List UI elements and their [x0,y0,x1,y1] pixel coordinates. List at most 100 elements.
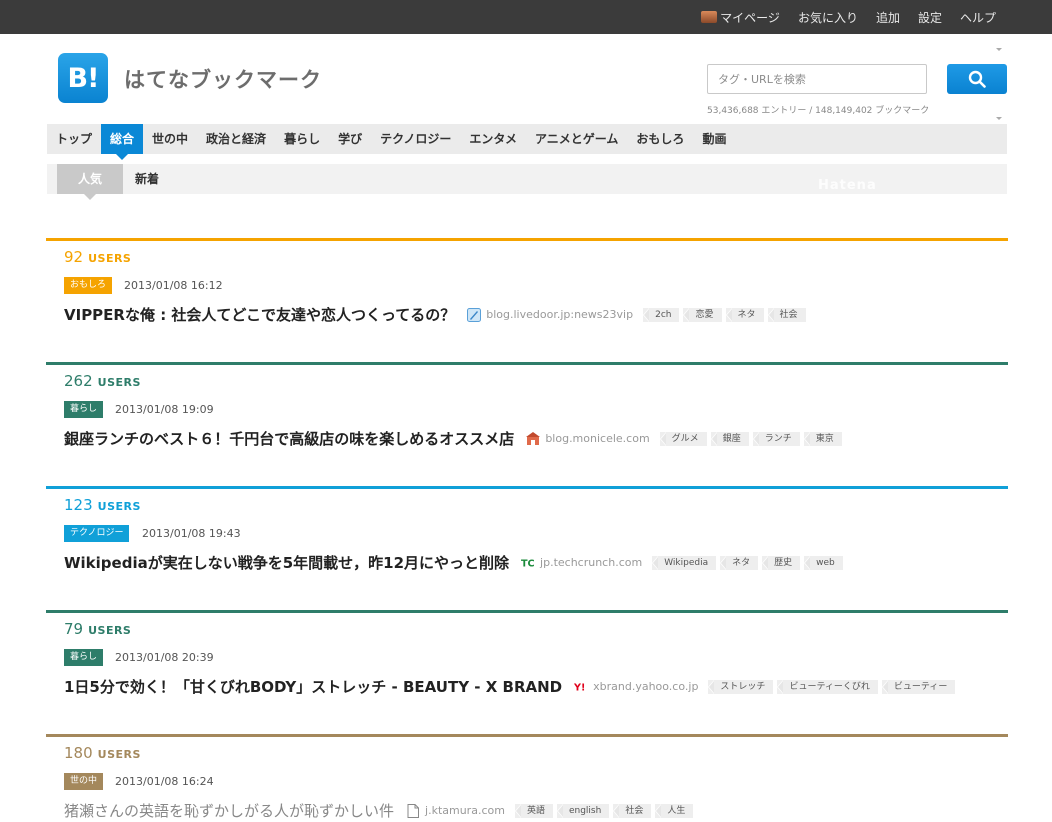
svg-text:Y!: Y! [574,682,585,693]
entry-tag[interactable]: 2ch [643,307,680,322]
entry-tag[interactable]: 東京 [803,431,842,446]
subnav-tab[interactable]: 新着 [123,164,171,194]
subnav-tab[interactable]: 人気 [57,164,123,200]
category-tab[interactable]: エンタメ [460,124,526,154]
users-unit: USERS [97,500,141,513]
entry-tag[interactable]: グルメ [659,431,707,446]
svg-text:TC: TC [521,558,535,569]
entry-item: 92 USERS おもしろ 2013/01/08 16:12 VIPPERな俺 : 社会… [46,238,1008,348]
page-icon [406,803,420,818]
yahoo-icon: Y! [574,680,588,694]
users-count[interactable]: 262 USERS [64,372,141,390]
top-nav-settings[interactable]: 設定 [918,9,942,26]
category-badge[interactable]: 暮らし [64,649,104,666]
entry-date: 2013/01/08 16:12 [124,279,223,292]
category-tab[interactable]: 世の中 [143,124,197,154]
entry-title-link[interactable]: 猪瀬さんの英語を恥ずかしがる人が恥ずかしい件 [64,800,394,821]
users-count[interactable]: 180 USERS [64,744,141,762]
entry-title-link[interactable]: 銀座ランチのベスト６！千円台で高級店の味を楽しめるオススメ店 [64,428,514,449]
users-count[interactable]: 123 USERS [64,496,141,514]
top-nav-help[interactable]: ヘルプ [960,9,996,26]
category-badge[interactable]: テクノロジー [64,525,130,542]
entry-item: 79 USERS 暮らし 2013/01/08 20:39 1日5分で効く！「甘くびれB… [46,610,1008,720]
entry-title-link[interactable]: VIPPERな俺 : 社会人てどこで友達や恋人つくってるの？ [64,304,455,325]
entry-date: 2013/01/08 16:24 [115,775,214,788]
entry-date: 2013/01/08 19:43 [142,527,241,540]
category-tab[interactable]: テクノロジー [371,124,460,154]
hatena-watermark: Hatena [818,178,877,193]
entry-headline: 銀座ランチのベスト６！千円台で高級店の味を楽しめるオススメ店 blog.monic… [64,428,846,449]
users-count[interactable]: 79 USERS [64,620,131,638]
entry-domain-link[interactable]: j.ktamura.com [425,804,505,817]
entry-item: 123 USERS テクノロジー 2013/01/08 19:43 Wikipediaが… [46,486,1008,596]
search-input[interactable] [707,64,927,94]
dropdown-caret-icon[interactable] [996,117,1002,120]
entry-tag[interactable]: 歴史 [762,555,801,570]
category-badge[interactable]: おもしろ [64,277,113,294]
category-tab[interactable]: 暮らし [275,124,329,154]
entry-item: 262 USERS 暮らし 2013/01/08 19:09 銀座ランチのベスト６！千円… [46,362,1008,472]
top-nav-favorites[interactable]: お気に入り [798,9,858,26]
users-number: 180 [64,744,93,762]
users-unit: USERS [97,748,141,761]
bookmark-stats: 53,436,688 エントリー / 148,149,402 ブックマーク [707,106,930,116]
search-button[interactable] [947,64,1007,94]
category-tab[interactable]: 総合 [101,124,144,160]
top-nav-add[interactable]: 追加 [876,9,900,26]
entry-tag[interactable]: ネタ [725,307,764,322]
entry-tag[interactable]: web [804,555,843,570]
users-number: 92 [64,248,84,266]
entry-tag[interactable]: 恋愛 [683,307,722,322]
category-tab[interactable]: おもしろ [627,124,693,154]
category-nav: トップ 総合 世の中 政治と経済 暮らし 学び テクノロジー エンタメ アニメとゲーム おもしろ動… [47,124,1007,160]
techcrunch-icon: TC [521,556,535,570]
users-count[interactable]: 92 USERS [64,248,131,266]
entry-title-link[interactable]: 1日5分で効く！「甘くびれBODY」ストレッチ - BEAUTY - X BRA… [64,676,562,697]
entry-headline: 1日5分で効く！「甘くびれBODY」ストレッチ - BEAUTY - X BRA… [64,676,959,697]
entry-tag[interactable]: 社会 [767,307,806,322]
entry-tag[interactable]: ビューティー [881,679,956,694]
entry-tag[interactable]: english [556,803,610,818]
category-tab[interactable]: 政治と経済 [197,124,275,154]
entry-tag[interactable]: Wikipedia [652,555,717,570]
hatena-bookmark-logo[interactable]: B! [58,53,108,103]
dropdown-caret-icon[interactable] [996,48,1002,51]
entry-domain-link[interactable]: blog.monicele.com [545,432,649,445]
search-icon [968,70,986,88]
shop-icon [526,431,541,446]
users-unit: USERS [88,624,132,637]
users-number: 123 [64,496,93,514]
category-badge[interactable]: 世の中 [64,773,104,790]
entry-tag[interactable]: ストレッチ [708,679,774,694]
entry-headline: 猪瀬さんの英語を恥ずかしがる人が恥ずかしい件 j.ktamura.com 英語 eng… [64,800,697,821]
category-badge[interactable]: 暮らし [64,401,104,418]
mypage-avatar-icon [701,11,718,23]
top-nav-mypage[interactable]: マイページ [701,9,780,26]
entry-tag[interactable]: ランチ [752,431,800,446]
entry-tag[interactable]: 人生 [655,803,694,818]
entry-domain-link[interactable]: jp.techcrunch.com [540,556,642,569]
category-tab[interactable]: トップ [47,124,101,154]
entry-headline: Wikipediaが実在しない戦争を5年間載せ，昨12月にやっと削除 TC jp.t… [64,552,847,573]
entry-tag[interactable]: ネタ [720,555,759,570]
users-unit: USERS [97,376,141,389]
entry-tag[interactable]: 社会 [613,803,652,818]
entry-date: 2013/01/08 20:39 [115,651,214,664]
entry-tag[interactable]: 英語 [514,803,553,818]
entry-headline: VIPPERな俺 : 社会人てどこで友達や恋人つくってるの？ blog.lived… [64,304,810,325]
category-tab[interactable]: 学び [329,124,371,154]
entry-date: 2013/01/08 19:09 [115,403,214,416]
top-nav: マイページ お気に入り 追加 設定 ヘルプ [683,0,996,34]
site-title[interactable]: はてなブックマーク [124,64,322,94]
entry-domain-link[interactable]: blog.livedoor.jp:news23vip [486,308,633,321]
entry-title-link[interactable]: Wikipediaが実在しない戦争を5年間載せ，昨12月にやっと削除 [64,552,509,573]
entry-tag[interactable]: 銀座 [710,431,749,446]
users-number: 79 [64,620,84,638]
category-tab[interactable]: 動画 [693,124,735,154]
entry-tag[interactable]: ビューティーくびれ [777,679,878,694]
category-tab[interactable]: アニメとゲーム [526,124,627,154]
top-bar: マイページ お気に入り 追加 設定 ヘルプ [0,0,1052,34]
entry-domain-link[interactable]: xbrand.yahoo.co.jp [593,680,698,693]
users-unit: USERS [88,252,132,265]
users-number: 262 [64,372,93,390]
